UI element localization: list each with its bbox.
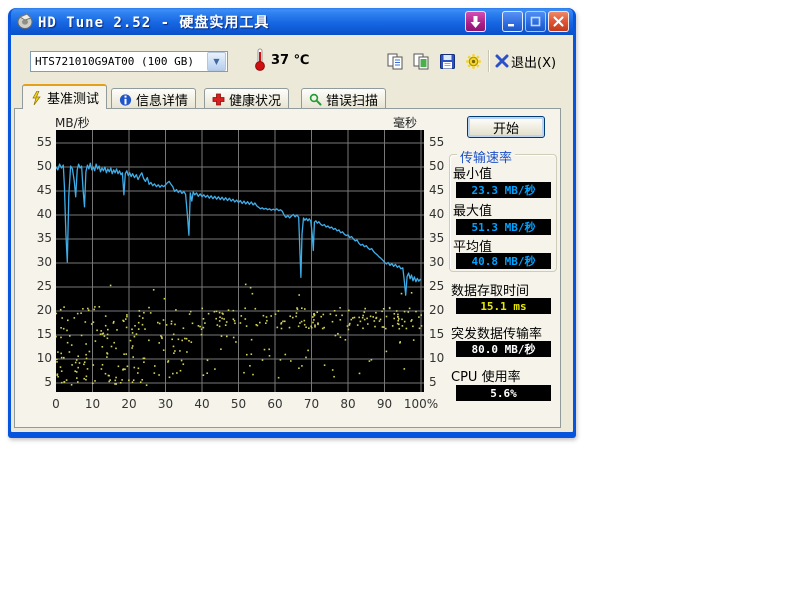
exit-x-icon (495, 54, 509, 68)
options-button[interactable] (462, 50, 484, 72)
maximize-button[interactable] (525, 11, 546, 32)
tab-info[interactable]: 信息详情 (111, 88, 196, 109)
temperature-value: 37 ℃ (271, 53, 309, 68)
maximize-icon (530, 16, 541, 27)
y-axis-tick-label: 20 (429, 303, 455, 317)
y-axis-tick-label: 55 (26, 135, 52, 149)
tab-health[interactable]: 健康状况 (204, 88, 289, 109)
download-arrow-icon (470, 16, 481, 28)
y-axis-tick-label: 20 (26, 303, 52, 317)
y-axis-tick-label: 50 (26, 159, 52, 173)
y-axis-tick-label: 40 (26, 207, 52, 221)
save-button[interactable] (436, 50, 458, 72)
transfer-rate-group-title: 传输速率 (457, 147, 515, 166)
exit-button[interactable]: 退出(X) (495, 50, 556, 72)
y-axis-tick-label: 10 (429, 351, 455, 365)
window-controls (463, 11, 569, 32)
y-axis-tick-label: 30 (26, 255, 52, 269)
copy-text-button[interactable] (384, 50, 406, 72)
left-axis-caption: MB/秒 (55, 114, 90, 131)
access-time-label: 数据存取时间 (451, 280, 529, 299)
toolbar-separator (488, 50, 489, 72)
max-value: 51.3 MB/秒 (456, 219, 551, 235)
benchmark-tabpage: MB/秒 毫秒 555045403530252015105 5550454035… (14, 108, 561, 428)
tab-label: 基准测试 (47, 88, 99, 107)
window-title: HD Tune 2.52 - 硬盘实用工具 (38, 12, 269, 32)
y-axis-tick-label: 5 (26, 375, 52, 389)
start-button[interactable]: 开始 (467, 116, 545, 138)
magnifier-icon (309, 93, 322, 106)
access-time-value: 15.1 ms (456, 298, 551, 314)
copy-text-icon (387, 53, 404, 70)
burst-rate-value: 80.0 MB/秒 (456, 341, 551, 357)
screen: HD Tune 2.52 - 硬盘实用工具 HTS721010 (0, 0, 800, 600)
chevron-down-icon[interactable]: ▼ (207, 52, 226, 71)
y-axis-tick-label: 35 (26, 231, 52, 245)
hdtune-window: HD Tune 2.52 - 硬盘实用工具 HTS721010 (8, 8, 576, 438)
app-icon (17, 13, 34, 30)
max-label: 最大值 (453, 200, 492, 219)
minimize-icon (507, 16, 518, 27)
min-value: 23.3 MB/秒 (456, 182, 551, 198)
lightning-icon (30, 91, 43, 104)
health-cross-icon (212, 93, 225, 106)
drive-select[interactable]: HTS721010G9AT00 (100 GB) ▼ (30, 51, 228, 72)
tab-benchmark[interactable]: 基准测试 (22, 84, 107, 109)
thermometer-icon (254, 47, 266, 75)
y-axis-tick-label: 55 (429, 135, 455, 149)
save-icon (439, 53, 456, 70)
tab-label: 健康状况 (229, 90, 281, 109)
exit-label: 退出(X) (511, 52, 556, 71)
client-area: HTS721010G9AT00 (100 GB) ▼ 37 ℃ (11, 35, 573, 432)
x-axis-tick-label: 100% (400, 397, 442, 411)
benchmark-plot (56, 130, 424, 392)
y-axis-tick-label: 15 (26, 327, 52, 341)
y-axis-tick-label: 25 (26, 279, 52, 293)
close-icon (553, 16, 564, 27)
avg-value: 40.8 MB/秒 (456, 253, 551, 269)
close-button[interactable] (548, 11, 569, 32)
cpu-usage-value: 5.6% (456, 385, 551, 401)
copy-image-icon (413, 53, 430, 70)
download-update-button[interactable] (465, 11, 486, 32)
right-axis-caption: 毫秒 (393, 114, 417, 131)
info-icon (119, 93, 132, 106)
tab-error-scan[interactable]: 错误扫描 (301, 88, 386, 109)
burst-rate-label: 突发数据传输率 (451, 323, 542, 342)
drive-select-value: HTS721010G9AT00 (100 GB) (31, 55, 207, 68)
benchmark-plot-svg (56, 130, 424, 392)
y-axis-tick-label: 45 (26, 183, 52, 197)
tab-label: 错误扫描 (326, 90, 378, 109)
y-axis-tick-label: 10 (26, 351, 52, 365)
titlebar[interactable]: HD Tune 2.52 - 硬盘实用工具 (11, 8, 573, 35)
tab-label: 信息详情 (136, 90, 188, 109)
copy-image-button[interactable] (410, 50, 432, 72)
options-gear-icon (465, 53, 482, 70)
minimize-button[interactable] (502, 11, 523, 32)
cpu-usage-label: CPU 使用率 (451, 366, 521, 385)
